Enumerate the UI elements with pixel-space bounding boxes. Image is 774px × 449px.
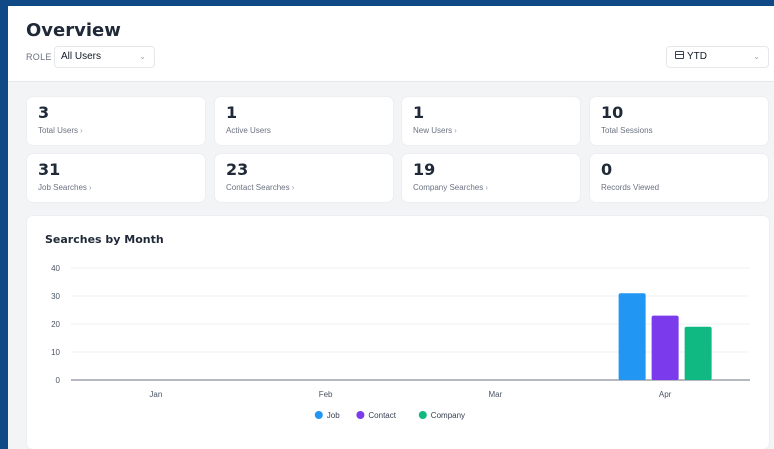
stat-value: 31	[38, 160, 61, 179]
stat-label: Active Users	[226, 126, 271, 135]
stat-label-text: Contact Searches	[226, 183, 290, 192]
period-select[interactable]: YTD ⌄	[666, 46, 769, 68]
stat-value: 0	[601, 160, 613, 179]
page-header: Overview ROLE All Users ⌄ YTD ⌄	[8, 6, 774, 82]
chevron-right-icon: ›	[485, 183, 488, 192]
y-tick-label: 0	[56, 376, 61, 385]
stat-card-job-searches[interactable]: 31 Job Searches ›	[27, 154, 205, 202]
y-tick-label: 40	[51, 264, 60, 273]
stat-label-text: Records Viewed	[601, 183, 660, 192]
stat-label: Records Viewed	[601, 183, 659, 192]
stat-card-records-viewed: 0 Records Viewed	[590, 154, 768, 202]
role-select-value: All Users	[61, 51, 102, 62]
chevron-right-icon: ›	[454, 126, 457, 135]
x-tick-label: Mar	[488, 390, 502, 399]
chevron-right-icon: ›	[88, 183, 92, 192]
stat-label: New Users ›	[413, 126, 457, 135]
legend-dot-company	[418, 411, 427, 419]
stat-label-text: Total Users	[38, 126, 79, 135]
stat-label-text: Job Searches	[38, 183, 87, 192]
role-filter-label: ROLE	[26, 52, 52, 62]
searches-by-month-card: Searches by Month 0 10 20 30 40 Jan Feb Mar Apr J…	[27, 216, 769, 449]
legend-label-contact: Contact	[368, 411, 396, 420]
stat-label-text: New Users	[413, 126, 453, 135]
period-select-value: YTD	[687, 51, 707, 62]
x-tick-label: Apr	[659, 390, 672, 399]
stat-value: 3	[38, 103, 50, 122]
chevron-right-icon: ›	[291, 183, 295, 192]
stat-card-active-users: 1 Active Users	[215, 97, 393, 145]
legend-dot-job	[314, 411, 323, 419]
stat-label-text: Active Users	[226, 126, 271, 135]
stat-label: Total Sessions	[601, 126, 653, 135]
stat-label-text: Company Searches	[413, 183, 484, 192]
stat-value: 10	[601, 103, 624, 122]
y-tick-label: 10	[51, 348, 60, 357]
stat-value: 23	[226, 160, 249, 179]
x-tick-label: Feb	[319, 390, 333, 399]
bar-company-apr	[684, 326, 712, 380]
stat-label: Total Users ›	[38, 126, 83, 135]
stat-value: 1	[226, 103, 238, 122]
stat-value: 19	[413, 160, 436, 179]
stat-card-total-sessions: 10 Total Sessions	[590, 97, 768, 145]
bar-contact-apr	[651, 315, 679, 380]
stat-value: 1	[413, 103, 425, 122]
stat-card-total-users[interactable]: 3 Total Users ›	[27, 97, 205, 145]
legend-label-company: Company	[431, 411, 465, 420]
page-title: Overview	[26, 20, 121, 41]
chevron-down-icon: ⌄	[753, 52, 760, 61]
stat-label: Contact Searches ›	[226, 183, 294, 192]
y-tick-label: 30	[51, 292, 60, 301]
searches-by-month-chart: 0 10 20 30 40 Jan Feb Mar Apr Job Contact Company	[51, 264, 750, 420]
stat-label-text: Total Sessions	[601, 126, 653, 135]
stat-label: Company Searches ›	[413, 183, 488, 192]
stat-card-new-users[interactable]: 1 New Users ›	[402, 97, 580, 145]
x-tick-label: Jan	[149, 390, 162, 399]
stat-card-contact-searches[interactable]: 23 Contact Searches ›	[215, 154, 393, 202]
chevron-right-icon: ›	[80, 126, 83, 135]
app-frame: Overview ROLE All Users ⌄ YTD ⌄ 3 Total U…	[8, 6, 774, 449]
stat-label: Job Searches ›	[38, 183, 92, 192]
legend-dot-contact	[356, 411, 365, 419]
chevron-down-icon: ⌄	[139, 52, 146, 61]
legend-label-job: Job	[327, 411, 340, 420]
y-tick-label: 20	[51, 320, 60, 329]
stat-card-company-searches[interactable]: 19 Company Searches ›	[402, 154, 580, 202]
calendar-icon	[675, 51, 684, 59]
role-select[interactable]: All Users ⌄	[54, 46, 155, 68]
bar-job-apr	[618, 293, 646, 380]
